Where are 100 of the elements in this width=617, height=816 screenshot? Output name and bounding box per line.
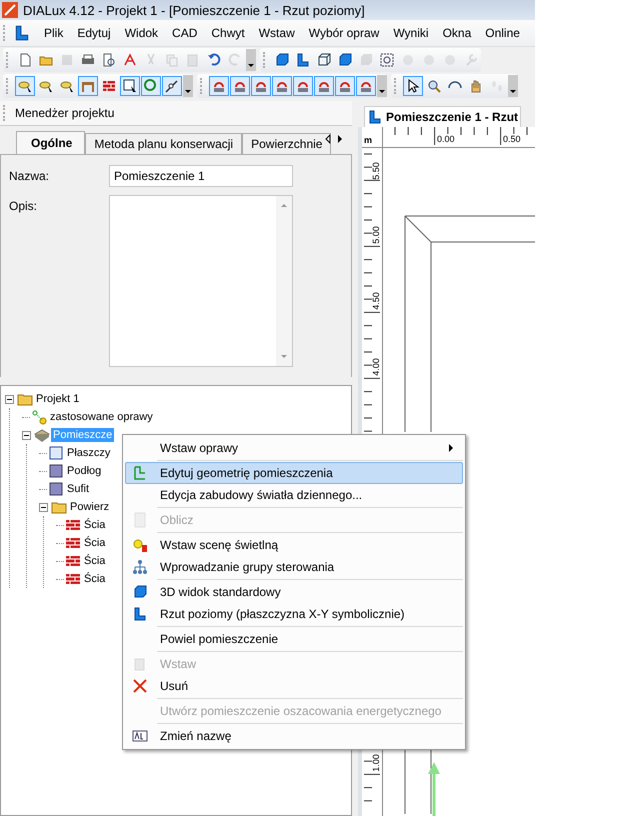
calculator-icon <box>132 512 148 528</box>
ruler-label: 4.50 <box>371 291 381 312</box>
menu-item[interactable]: Widok <box>118 26 166 40</box>
luminaire-group-icon <box>31 409 47 425</box>
document-tab[interactable]: Pomieszczenie 1 - Rzut <box>364 106 522 127</box>
floor-icon <box>48 463 64 479</box>
menu-item[interactable]: Online <box>478 26 527 40</box>
scrollbar[interactable] <box>276 196 292 366</box>
menu-item[interactable]: Wybór opraw <box>302 26 386 40</box>
scroll-down-icon[interactable] <box>280 354 288 360</box>
floor-plan-icon <box>367 109 383 125</box>
collapse-icon[interactable] <box>22 430 31 440</box>
tree-item[interactable]: Ścia <box>82 572 108 586</box>
plane-icon <box>48 445 64 461</box>
light-bulb-icon <box>132 537 148 553</box>
menu-item[interactable]: Edycja zabudowy światła dziennego... <box>125 484 463 506</box>
window-title: DIALux 4.12 - Projekt 1 - [Pomieszczenie 1 - Rzut poziomy] <box>23 2 365 18</box>
scroll-right-icon[interactable] <box>336 134 344 144</box>
menu-item[interactable]: Powiel pomieszczenie <box>125 628 463 650</box>
arrow-drawing <box>428 762 440 816</box>
ceiling-icon <box>48 481 64 497</box>
menu-item[interactable]: Usuń <box>125 675 463 697</box>
copy-icon <box>164 52 180 68</box>
floor-plan-icon <box>132 606 148 622</box>
save-icon <box>59 52 75 68</box>
undo-icon <box>206 52 222 68</box>
tree-item[interactable]: Ścia <box>82 518 108 532</box>
hierarchy-icon <box>132 559 148 575</box>
chevron-down-icon <box>378 87 386 95</box>
ruler-label: 0.50 <box>503 134 521 144</box>
floor-plan-icon[interactable] <box>13 24 31 42</box>
menu-item[interactable]: Chwyt <box>204 26 252 40</box>
collapse-icon[interactable] <box>5 394 14 404</box>
menu-item[interactable]: Rzut poziomy (płaszczyzna X-Y symbolicznie) <box>125 603 463 625</box>
menu-item[interactable]: 3D widok standardowy <box>125 581 463 603</box>
menu-item[interactable]: Wstaw <box>252 26 302 40</box>
collapse-icon[interactable] <box>39 502 48 512</box>
menu-item[interactable]: Wstaw oprawy <box>125 437 463 459</box>
menu-item[interactable]: Edytuj <box>70 26 118 40</box>
ruler-label: 5.00 <box>371 225 381 246</box>
field-label: Opis: <box>9 198 38 213</box>
delete-icon <box>132 678 148 694</box>
menu-item[interactable]: Zmień nazwę <box>125 725 463 747</box>
menu-item[interactable]: CAD <box>165 26 204 40</box>
tree-item[interactable]: Sufit <box>65 482 92 496</box>
menu-item[interactable]: Plik <box>37 26 70 40</box>
menu-item[interactable]: Wstaw scenę świetlną <box>125 534 463 556</box>
cube-icon <box>337 52 353 68</box>
toolbar-button[interactable] <box>403 76 423 96</box>
toolbar-overflow-button[interactable] <box>377 75 387 97</box>
cube-icon <box>132 584 148 600</box>
print-preview-icon <box>101 52 117 68</box>
tree-item[interactable]: zastosowane oprawy <box>48 410 155 424</box>
tree-item[interactable]: Projekt 1 <box>34 392 82 406</box>
scroll-left-icon[interactable] <box>324 134 332 144</box>
wireframe-cube-icon <box>316 52 332 68</box>
zoom-icon <box>379 52 395 68</box>
tree-item[interactable]: Powierz <box>68 500 112 514</box>
brick-wall-icon <box>101 78 117 94</box>
toolbar-button[interactable] <box>120 76 140 96</box>
name-field[interactable]: Pomieszczenie 1 <box>109 165 293 187</box>
tab[interactable]: Powierzchnie <box>242 133 332 154</box>
brick-wall-icon <box>65 553 81 569</box>
ruler-label: 0.00 <box>437 134 455 144</box>
chevron-down-icon <box>184 87 192 95</box>
rename-icon <box>132 728 148 744</box>
toolbar-overflow-button[interactable] <box>508 75 518 97</box>
tree-item[interactable]: Płaszczy <box>65 446 112 460</box>
scroll-up-icon[interactable] <box>280 202 288 208</box>
select-icon <box>122 78 138 94</box>
menu-item[interactable]: Wprowadzanie grupy sterowania <box>125 556 463 578</box>
search-icon <box>426 78 442 94</box>
unit-label: m <box>362 127 384 147</box>
menu-item[interactable]: Okna <box>436 26 478 40</box>
ruler-label: 5.50 <box>371 161 381 182</box>
chevron-down-icon <box>247 61 255 69</box>
menu-item[interactable]: Edytuj geometrię pomieszczenia <box>125 462 463 484</box>
cube-icon <box>274 52 290 68</box>
tree-item[interactable]: Ścia <box>82 536 108 550</box>
brick-wall-icon <box>65 571 81 587</box>
toolbar-overflow-button[interactable] <box>183 75 193 97</box>
pdf-icon <box>122 52 138 68</box>
tab[interactable]: Metoda planu konserwacji <box>85 133 242 154</box>
circle-icon <box>143 78 159 94</box>
tab[interactable]: Ogólne <box>16 131 86 154</box>
description-field[interactable] <box>109 195 293 367</box>
tree-item[interactable]: Podłog <box>65 464 104 478</box>
toolbar-overflow-button[interactable] <box>246 49 256 71</box>
line-icon <box>164 78 180 94</box>
outline-icon <box>132 465 148 481</box>
brick-wall-icon <box>65 517 81 533</box>
panel-title: Menedżer projektu <box>15 106 114 120</box>
menu-item[interactable]: Wyniki <box>386 26 436 40</box>
brick-wall-icon <box>65 535 81 551</box>
floor-plan-icon <box>295 52 311 68</box>
cube-icon <box>358 52 374 68</box>
toolbar-button[interactable] <box>162 76 182 96</box>
chevron-down-icon <box>509 87 517 95</box>
tree-item[interactable]: Ścia <box>82 554 108 568</box>
ruler-label: 4.00 <box>371 357 381 378</box>
